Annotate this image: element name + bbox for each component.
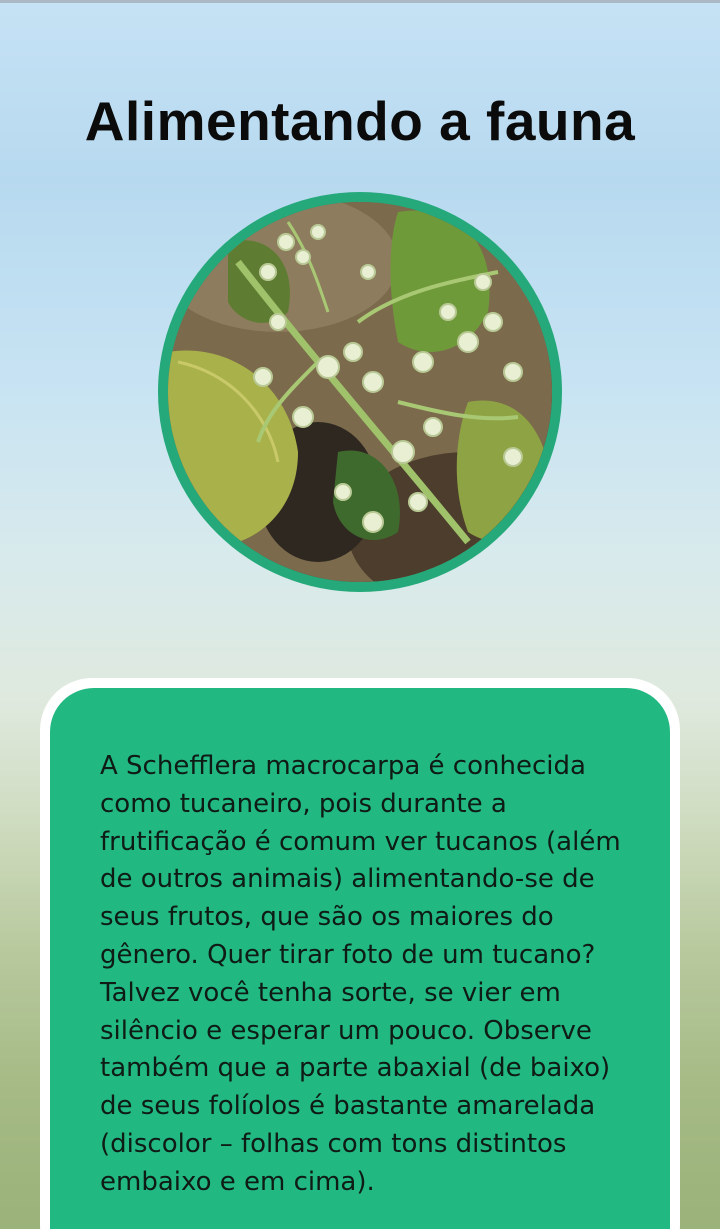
info-card-text: A Schefflera macrocarpa é conhecida como…	[100, 751, 621, 1197]
photo-frame	[158, 192, 562, 592]
top-edge	[0, 0, 720, 3]
info-card-border: A Schefflera macrocarpa é conhecida como…	[40, 678, 680, 1229]
info-card: A Schefflera macrocarpa é conhecida como…	[50, 688, 670, 1229]
plant-photo-illustration	[168, 202, 552, 582]
page-title: Alimentando a fauna	[84, 89, 636, 152]
plant-photo	[168, 202, 552, 582]
